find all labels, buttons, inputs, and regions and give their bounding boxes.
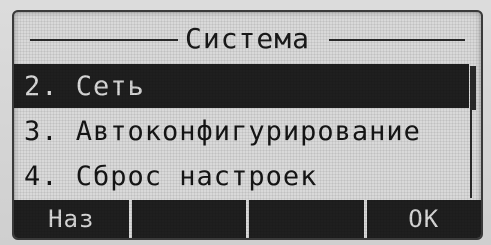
softkey-3[interactable] xyxy=(246,200,364,238)
softkey-bar: Наз ОК xyxy=(14,200,481,238)
title-bar: Система xyxy=(14,12,481,64)
scrollbar-thumb[interactable] xyxy=(472,66,476,110)
page-title: Система xyxy=(180,21,314,55)
scrollbar[interactable] xyxy=(470,66,476,198)
softkey-2[interactable] xyxy=(128,200,246,238)
softkey-back[interactable]: Наз xyxy=(14,200,129,238)
menu-item-label: 4. Сброс настроек xyxy=(24,160,318,192)
menu-item-network[interactable]: 2. Сеть xyxy=(14,64,469,108)
menu-item-label: 2. Сеть xyxy=(24,70,145,102)
softkey-ok[interactable]: ОК xyxy=(363,200,481,238)
title-rule-left xyxy=(30,39,178,41)
softkey-ok-label: ОК xyxy=(408,205,440,233)
lcd-screen: Система 2. Сеть 3. Автоконфигурирование … xyxy=(12,10,483,240)
menu-list: 2. Сеть 3. Автоконфигурирование 4. Сброс… xyxy=(14,64,469,198)
menu-item-factory-reset[interactable]: 4. Сброс настроек xyxy=(14,154,469,198)
menu-item-autoprovisioning[interactable]: 3. Автоконфигурирование xyxy=(14,109,469,153)
softkey-back-label: Наз xyxy=(48,205,95,233)
menu-item-label: 3. Автоконфигурирование xyxy=(24,115,421,147)
title-rule-right xyxy=(329,39,465,41)
